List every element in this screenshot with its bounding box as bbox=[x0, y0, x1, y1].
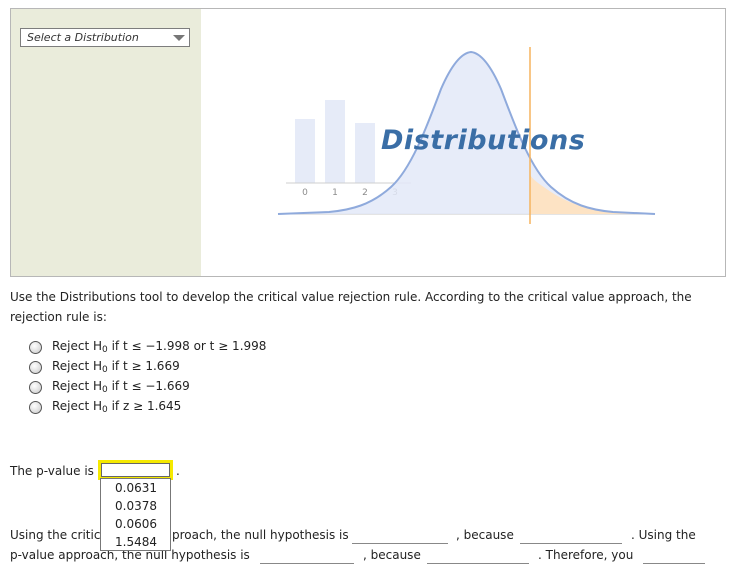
conclusion-line-1-end: . Using the bbox=[631, 528, 696, 542]
tool-sidebar: Select a Distribution bbox=[11, 9, 201, 276]
chevron-down-icon bbox=[173, 35, 185, 41]
pvalue-conclusion-blank[interactable] bbox=[260, 563, 354, 564]
critical-conclusion-blank[interactable] bbox=[352, 543, 448, 544]
option-radio-2[interactable] bbox=[29, 360, 42, 374]
pvalue-option-4[interactable]: 1.5484 bbox=[101, 533, 170, 551]
option-row-3[interactable]: Reject H0 if t ≤ −1.669 bbox=[29, 378, 190, 396]
pvalue-dropdown-value bbox=[101, 463, 170, 477]
pvalue-dropdown-list: 0.0631 0.0378 0.0606 1.5484 bbox=[100, 478, 171, 551]
conclusion-line-1-mid: proach, the null hypothesis is bbox=[172, 528, 349, 542]
option-radio-3[interactable] bbox=[29, 380, 42, 394]
option-radio-1[interactable] bbox=[29, 340, 42, 354]
pvalue-option-1[interactable]: 0.0631 bbox=[101, 479, 170, 497]
pvalue-period: . bbox=[176, 464, 180, 478]
conclusion-because-1: , because bbox=[456, 528, 514, 542]
critical-reason-blank[interactable] bbox=[520, 543, 622, 544]
option-row-1[interactable]: Reject H0 if t ≤ −1.998 or t ≥ 1.998 bbox=[29, 338, 266, 356]
tick-0: 0 bbox=[302, 188, 308, 198]
tick-2: 2 bbox=[362, 188, 368, 198]
conclusion-line-1-start: Using the critic bbox=[10, 528, 101, 542]
option-label-4: Reject H0 if z ≥ 1.645 bbox=[52, 399, 182, 415]
option-row-2[interactable]: Reject H0 if t ≥ 1.669 bbox=[29, 358, 180, 376]
option-radio-4[interactable] bbox=[29, 400, 42, 414]
option-row-4[interactable]: Reject H0 if z ≥ 1.645 bbox=[29, 398, 181, 416]
option-label-2: Reject H0 if t ≥ 1.669 bbox=[52, 359, 180, 375]
question-text-line-2: rejection rule is: bbox=[10, 310, 107, 324]
bar-2 bbox=[355, 123, 375, 183]
bar-0 bbox=[295, 119, 315, 183]
bar-1 bbox=[325, 100, 345, 183]
tick-1: 1 bbox=[332, 188, 338, 198]
pvalue-dropdown[interactable] bbox=[98, 460, 173, 480]
distribution-select[interactable]: Select a Distribution bbox=[20, 28, 190, 47]
option-label-3: Reject H0 if t ≤ −1.669 bbox=[52, 379, 190, 395]
pvalue-label: The p-value is bbox=[10, 464, 94, 478]
pvalue-option-2[interactable]: 0.0378 bbox=[101, 497, 170, 515]
final-conclusion-blank[interactable] bbox=[643, 563, 705, 564]
conclusion-line-2-end: . Therefore, you bbox=[538, 548, 634, 562]
pvalue-option-3[interactable]: 0.0606 bbox=[101, 515, 170, 533]
question-text-line-1: Use the Distributions tool to develop th… bbox=[10, 290, 692, 304]
pvalue-reason-blank[interactable] bbox=[427, 563, 529, 564]
conclusion-because-2: , because bbox=[363, 548, 421, 562]
tool-title: Distributions bbox=[381, 125, 586, 156]
distributions-tool: Select a Distribution 0 1 2 3 Distribut bbox=[10, 8, 726, 277]
tool-canvas: 0 1 2 3 Distributions bbox=[201, 9, 725, 276]
option-label-1: Reject H0 if t ≤ −1.998 or t ≥ 1.998 bbox=[52, 339, 267, 355]
distribution-select-label: Select a Distribution bbox=[27, 31, 139, 44]
